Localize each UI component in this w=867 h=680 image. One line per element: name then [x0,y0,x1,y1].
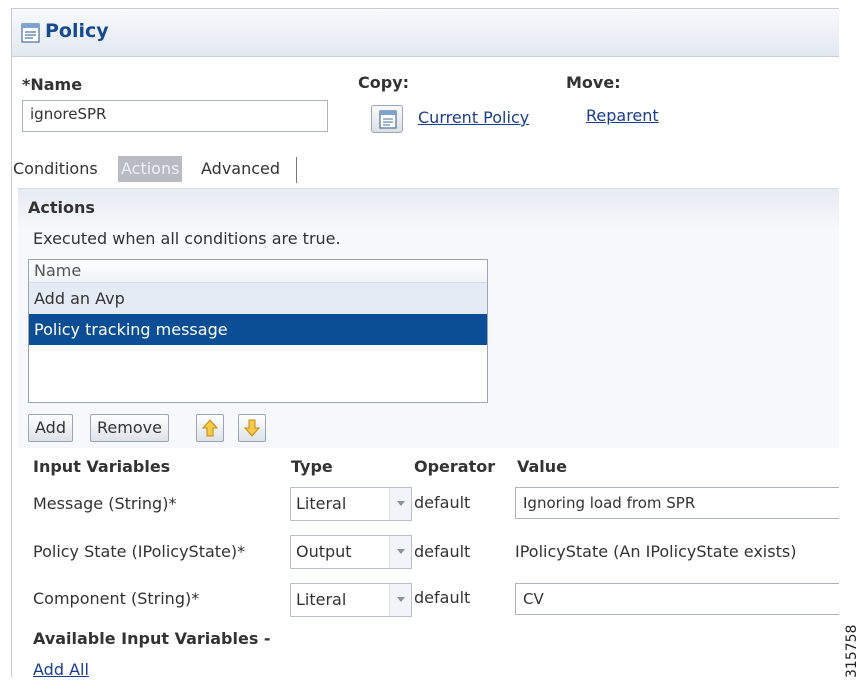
type-select-value: Output [296,542,352,561]
type-select-value: Literal [296,494,347,513]
dropdown-arrow[interactable] [389,536,411,568]
copy-label: Copy: [358,73,410,92]
remove-button[interactable]: Remove [90,414,169,442]
var-label-component: Component (String)* [33,589,200,608]
reparent-link[interactable]: Reparent [586,106,659,125]
page-title: Policy [45,20,109,42]
policy-panel: Policy *Name ignoreSPR Copy: Current Pol… [11,8,839,677]
list-item[interactable]: Add an Avp [29,283,487,314]
col-type: Type [291,457,333,476]
actions-list: Name Add an Avp Policy tracking message [28,259,488,403]
add-button[interactable]: Add [28,414,73,442]
arrow-up-icon [202,419,218,437]
col-input-variables: Input Variables [33,457,171,476]
add-all-link[interactable]: Add All [33,660,89,677]
type-select-message[interactable]: Literal [290,487,412,521]
actions-heading: Actions [28,198,95,217]
tab-divider [296,157,297,183]
copy-document-icon [379,110,397,129]
value-input-component[interactable]: CV [515,583,839,615]
current-policy-link[interactable]: Current Policy [418,108,529,127]
operator-message: default [414,493,471,512]
figure-id-text: 315758 [844,624,860,678]
operator-component: default [414,588,471,607]
move-label: Move: [566,73,621,92]
tab-advanced[interactable]: Advanced [201,156,280,182]
arrow-down-icon [244,419,260,437]
actions-description: Executed when all conditions are true. [33,229,341,248]
list-header[interactable]: Name [29,260,487,283]
chevron-down-icon [397,597,405,602]
tab-actions[interactable]: Actions [118,156,183,182]
type-select-policy-state[interactable]: Output [290,535,412,569]
list-item-selected[interactable]: Policy tracking message [29,314,487,345]
operator-policy-state: default [414,542,471,561]
name-input[interactable]: ignoreSPR [22,100,328,132]
value-policy-state: IPolicyState (An IPolicyState exists) [515,542,797,561]
value-input-message[interactable]: Ignoring load from SPR [515,487,839,519]
move-up-button[interactable] [196,414,224,442]
tab-conditions[interactable]: Conditions [13,156,98,182]
var-label-message: Message (String)* [33,494,177,513]
chevron-down-icon [397,501,405,506]
name-label: *Name [22,75,83,94]
figure-id: 315758 [844,620,860,680]
dropdown-arrow[interactable] [389,584,411,616]
policy-document-icon [21,23,40,43]
move-down-button[interactable] [238,414,266,442]
type-select-value: Literal [296,590,347,609]
var-label-policy-state: Policy State (IPolicyState)* [33,542,246,561]
policy-header: Policy [12,9,839,57]
available-variables-heading: Available Input Variables - [33,629,271,648]
type-select-component[interactable]: Literal [290,583,412,617]
col-value: Value [517,457,568,476]
copy-button[interactable] [371,105,403,133]
dropdown-arrow[interactable] [389,488,411,520]
chevron-down-icon [397,549,405,554]
col-operator: Operator [414,457,496,476]
